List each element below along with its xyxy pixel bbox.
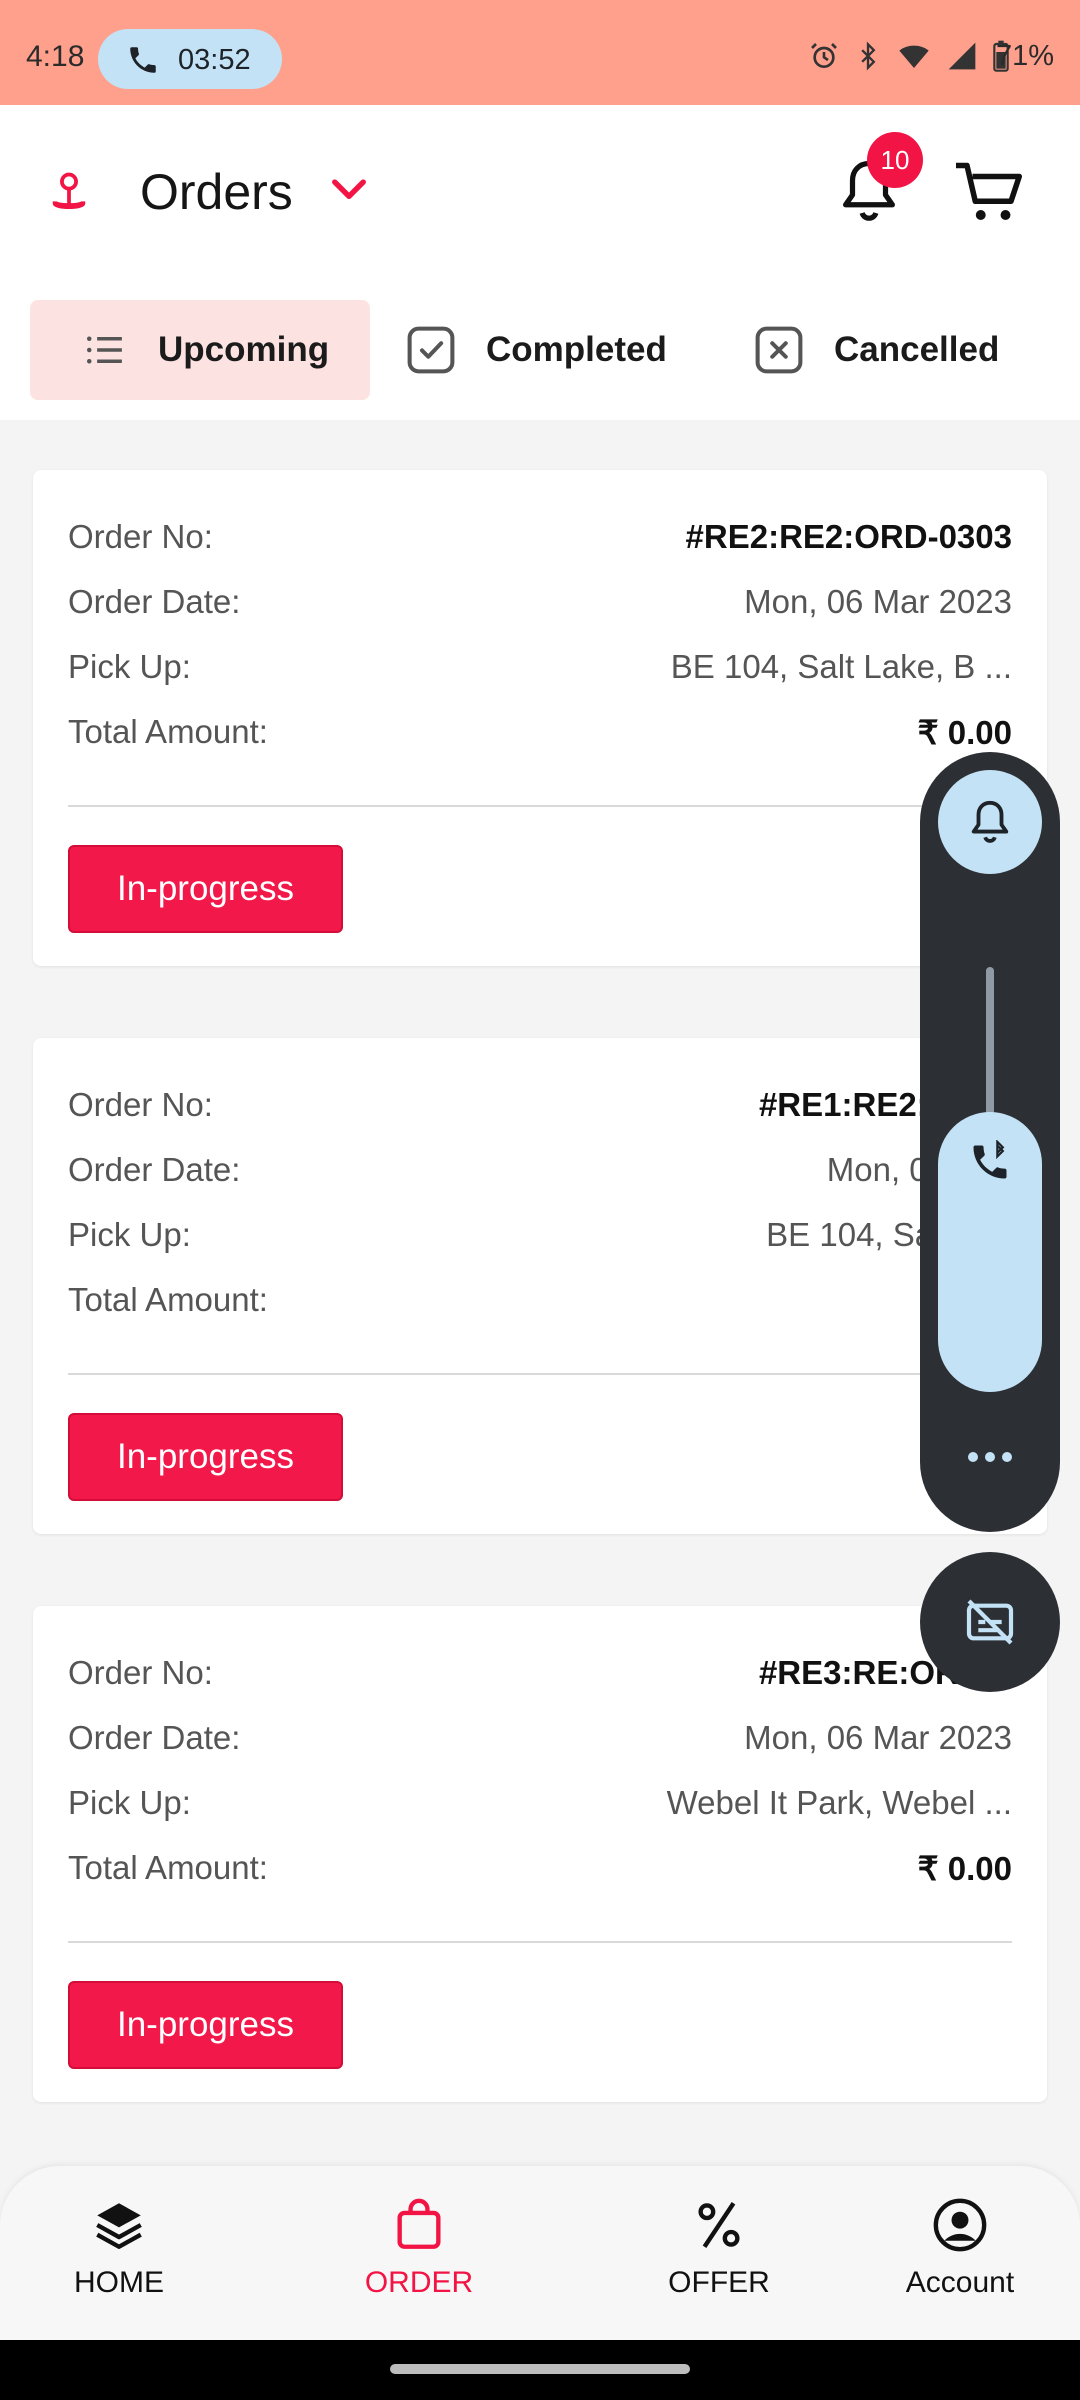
- in-progress-button[interactable]: In-progress: [68, 845, 343, 933]
- nav-account[interactable]: Account: [860, 2196, 1060, 2300]
- home-gesture-handle[interactable]: [390, 2364, 690, 2374]
- nav-label: Account: [905, 2266, 1015, 2299]
- total-amount-label: Total Amount:: [68, 713, 268, 750]
- layers-icon: [96, 2203, 142, 2249]
- divider: [68, 1373, 1012, 1375]
- order-date-label: Order Date:: [68, 583, 241, 620]
- volume-slider-track[interactable]: [986, 967, 994, 1117]
- in-progress-button[interactable]: In-progress: [68, 1981, 343, 2069]
- chevron-down-icon[interactable]: [330, 177, 368, 203]
- total-amount-value: ₹ 0.00: [917, 713, 1012, 751]
- cart-icon[interactable]: [952, 160, 1026, 226]
- total-amount-row: Total Amount: ₹ 0.00: [68, 707, 1012, 757]
- order-card[interactable]: Order No: #RE3:RE:ORD-0 Order Date: Mon,…: [33, 1606, 1047, 2102]
- order-date-value: Mon, 06 Mar 2023: [744, 1719, 1012, 1756]
- order-no-label: Order No:: [68, 518, 213, 555]
- nav-label: ORDER: [364, 2266, 474, 2299]
- status-time: 4:18: [26, 40, 85, 73]
- bluetooth-call-icon: [973, 1140, 1007, 1179]
- ringer-mode-button[interactable]: [938, 770, 1042, 874]
- pick-up-row: Pick Up: BE 104, Salt Lake, B ...: [68, 642, 1012, 692]
- nav-label: HOME: [74, 2266, 164, 2299]
- pick-up-value: Webel It Park, Webel ...: [666, 1784, 1012, 1821]
- order-no-row: Order No: #RE3:RE:ORD-0: [68, 1648, 1012, 1698]
- call-volume-slider[interactable]: [938, 1112, 1042, 1392]
- in-progress-button[interactable]: In-progress: [68, 1413, 343, 1501]
- tab-label: Completed: [486, 330, 667, 369]
- list-icon: [87, 336, 122, 364]
- total-amount-row: Total Amount: ₹: [68, 1275, 1012, 1325]
- checkbox-checked-icon: [407, 326, 455, 374]
- divider: [68, 1941, 1012, 1943]
- total-amount-row: Total Amount: ₹ 0.00: [68, 1843, 1012, 1893]
- checkbox-x-icon: [755, 326, 803, 374]
- order-no-label: Order No:: [68, 1654, 213, 1691]
- order-status-tabs: Upcoming Completed Cancelled: [0, 280, 1080, 420]
- captions-off-icon: [966, 1599, 1014, 1645]
- account-circle-icon: [933, 2198, 987, 2252]
- bluetooth-icon: [861, 41, 876, 71]
- page-title[interactable]: Orders: [140, 163, 293, 221]
- bottom-navigation: HOME ORDER OFFER Account: [0, 2166, 1080, 2340]
- order-date-value: Mon, 06 Mar 2023: [744, 583, 1012, 620]
- order-no-row: Order No: #RE2:RE2:ORD-0303: [68, 512, 1012, 562]
- pick-up-row: Pick Up: Webel It Park, Webel ...: [68, 1778, 1012, 1828]
- battery-percent: 71%: [995, 40, 1054, 72]
- order-date-row: Order Date: Mon, 06 Mar: [68, 1145, 1012, 1195]
- call-timer: 03:52: [178, 44, 251, 76]
- bell-icon: [971, 800, 1009, 843]
- order-no-value: #RE2:RE2:ORD-0303: [685, 518, 1012, 555]
- pick-up-label: Pick Up:: [68, 1216, 191, 1253]
- status-bar: 4:18 03:52 71%: [0, 0, 1080, 105]
- order-no-label: Order No:: [68, 1086, 213, 1123]
- nav-order[interactable]: ORDER: [319, 2196, 519, 2300]
- pick-up-label: Pick Up:: [68, 648, 191, 685]
- pick-up-value: BE 104, Salt Lake, B ...: [670, 648, 1012, 685]
- order-date-label: Order Date:: [68, 1719, 241, 1756]
- nav-offer[interactable]: OFFER: [619, 2196, 819, 2300]
- total-amount-value: ₹ 0.00: [917, 1849, 1012, 1887]
- tab-upcoming[interactable]: Upcoming: [30, 300, 370, 400]
- order-no-row: Order No: #RE1:RE2:ORD-: [68, 1080, 1012, 1130]
- tab-completed[interactable]: Completed: [404, 300, 667, 400]
- order-date-label: Order Date:: [68, 1151, 241, 1188]
- pick-up-row: Pick Up: BE 104, Salt Lak: [68, 1210, 1012, 1260]
- tab-cancelled[interactable]: Cancelled: [752, 300, 999, 400]
- order-card[interactable]: Order No: #RE2:RE2:ORD-0303 Order Date: …: [33, 470, 1047, 966]
- nav-home[interactable]: HOME: [19, 2196, 219, 2300]
- shopping-bag-icon: [397, 2198, 441, 2249]
- total-amount-label: Total Amount:: [68, 1281, 268, 1318]
- ongoing-call-chip[interactable]: 03:52: [98, 29, 282, 89]
- phone-icon: [130, 47, 156, 73]
- order-date-row: Order Date: Mon, 06 Mar 2023: [68, 1713, 1012, 1763]
- tab-label: Cancelled: [834, 330, 1000, 369]
- percent-icon: [698, 2202, 740, 2248]
- pick-up-label: Pick Up:: [68, 1784, 191, 1821]
- tab-label: Upcoming: [158, 330, 330, 369]
- order-date-row: Order Date: Mon, 06 Mar 2023: [68, 577, 1012, 627]
- nav-label: OFFER: [668, 2266, 770, 2299]
- divider: [68, 805, 1012, 807]
- live-caption-button[interactable]: [920, 1552, 1060, 1692]
- status-icons: [808, 40, 1010, 72]
- wifi-icon: [899, 45, 929, 68]
- gesture-navigation-bar: [0, 2340, 1080, 2400]
- alarm-icon: [811, 43, 837, 68]
- cell-signal-icon: [948, 42, 976, 70]
- more-options-icon[interactable]: [968, 1452, 1012, 1466]
- app-header: Orders 10: [0, 105, 1080, 280]
- notification-count-badge: 10: [867, 132, 923, 188]
- location-pin-icon[interactable]: [44, 167, 94, 217]
- total-amount-label: Total Amount:: [68, 1849, 268, 1886]
- volume-panel: [920, 752, 1060, 1532]
- order-card[interactable]: Order No: #RE1:RE2:ORD- Order Date: Mon,…: [33, 1038, 1047, 1534]
